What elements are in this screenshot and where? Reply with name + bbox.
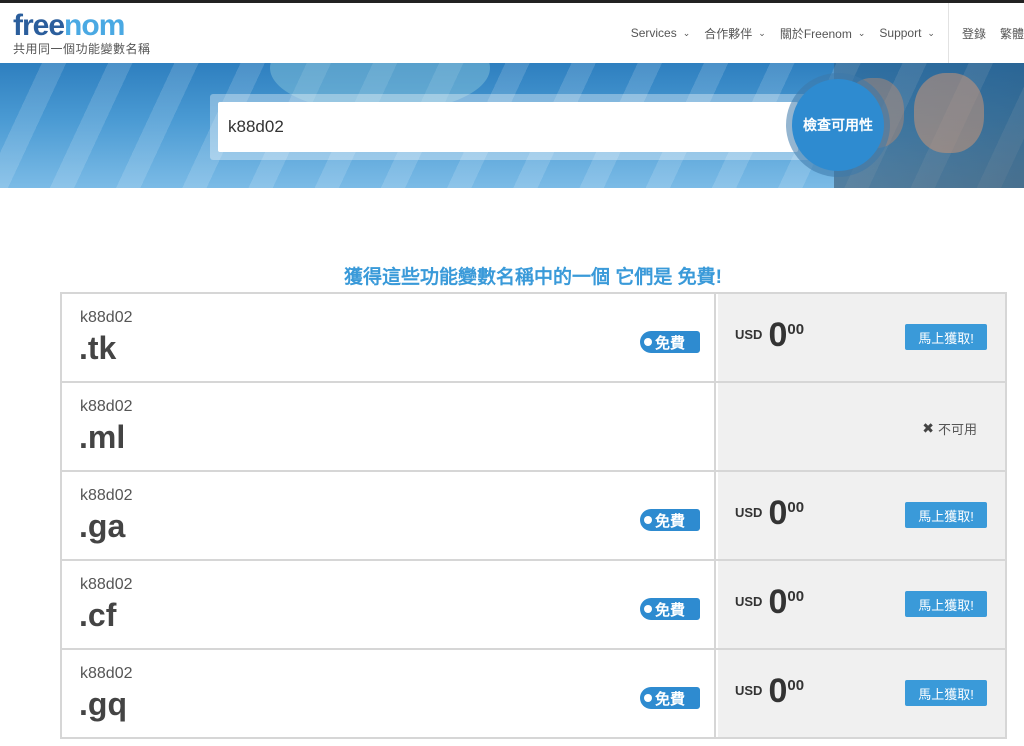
domain-cell: k88d02 .cf 免費 — [62, 561, 716, 648]
price-integer: 0 — [768, 494, 788, 532]
nav-divider — [947, 3, 949, 63]
site-header: freenom 共用同一個功能變數名稱 Services ⌄ 合作夥伴 ⌄ 關於Fr… — [0, 3, 1024, 63]
domain-name: k88d02 — [80, 398, 133, 415]
currency: USD — [735, 683, 763, 698]
free-badge: 免費 — [640, 687, 700, 709]
close-icon: ✖ — [922, 420, 934, 436]
currency: USD — [735, 505, 763, 520]
dot-icon — [644, 694, 652, 702]
price: USD 0 00 — [735, 672, 805, 710]
domain-row-cf: k88d02 .cf 免費 USD 0 00 馬上獲取! — [62, 561, 1005, 650]
price-integer: 0 — [768, 316, 788, 354]
free-badge: 免費 — [640, 598, 700, 620]
freenom-logo[interactable]: freenom 共用同一個功能變數名稱 — [13, 11, 151, 57]
price-decimal: 00 — [787, 677, 805, 694]
domain-row-ml: k88d02 .ml ✖ 不可用 — [62, 383, 1005, 472]
price: USD 0 00 — [735, 316, 805, 354]
price-integer: 0 — [768, 672, 788, 710]
domain-tld: .ga — [79, 508, 126, 544]
domain-tld: .gq — [79, 686, 127, 722]
price-cell: USD 0 00 馬上獲取! — [718, 294, 1005, 381]
domain-search-input[interactable]: k88d02 — [218, 102, 798, 152]
domain-name: k88d02 — [80, 487, 133, 504]
hero-person-face — [914, 73, 984, 153]
nav-about[interactable]: 關於Freenom ⌄ — [773, 25, 873, 42]
domain-tld: .ml — [79, 419, 126, 455]
domain-tld: .tk — [79, 330, 117, 366]
dot-icon — [644, 516, 652, 524]
chevron-down-icon: ⌄ — [857, 27, 866, 38]
domain-tld: .cf — [79, 597, 117, 633]
price-cell: USD 0 00 馬上獲取! — [718, 650, 1005, 737]
language-selector[interactable]: 繁體 — [993, 25, 1024, 42]
price-cell: USD 0 00 馬上獲取! — [718, 472, 1005, 559]
price-integer: 0 — [768, 583, 788, 621]
price-decimal: 00 — [787, 499, 805, 516]
dot-icon — [644, 605, 652, 613]
results-headline: 獲得這些功能變數名稱中的一個 它們是 免費! — [344, 267, 722, 288]
nav-partners[interactable]: 合作夥伴 ⌄ — [697, 25, 773, 42]
domain-name: k88d02 — [80, 309, 133, 326]
price-decimal: 00 — [787, 321, 805, 338]
price: USD 0 00 — [735, 583, 805, 621]
get-now-button[interactable]: 馬上獲取! — [905, 680, 987, 706]
chevron-down-icon: ⌄ — [682, 27, 691, 38]
domain-cell: k88d02 .tk 免費 — [62, 294, 716, 381]
currency: USD — [735, 594, 763, 609]
domain-cell: k88d02 .ml — [62, 383, 716, 470]
free-badge: 免費 — [640, 509, 700, 531]
chevron-down-icon: ⌄ — [758, 27, 766, 38]
check-availability-button[interactable]: 檢查可用性 — [792, 79, 884, 171]
dot-icon — [644, 338, 652, 346]
hero-banner: k88d02 檢查可用性 — [0, 63, 1024, 188]
domain-row-ga: k88d02 .ga 免費 USD 0 00 馬上獲取! — [62, 472, 1005, 561]
main-nav: Services ⌄ 合作夥伴 ⌄ 關於Freenom ⌄ Support ⌄ 登錄 繁… — [624, 3, 1024, 63]
domain-cell: k88d02 .ga 免費 — [62, 472, 716, 559]
price-decimal: 00 — [787, 588, 805, 605]
domain-name: k88d02 — [80, 665, 133, 682]
unavailable-status: ✖ 不可用 — [922, 420, 977, 437]
nav-services[interactable]: Services ⌄ — [624, 26, 698, 40]
currency: USD — [735, 327, 763, 342]
domain-row-gq: k88d02 .gq 免費 USD 0 00 馬上獲取! — [62, 650, 1005, 737]
login-link[interactable]: 登錄 — [955, 25, 993, 42]
price: USD 0 00 — [735, 494, 805, 532]
free-badge: 免費 — [640, 331, 700, 353]
domain-name: k88d02 — [80, 576, 133, 593]
nav-support[interactable]: Support ⌄ — [872, 26, 942, 40]
logo-tagline: 共用同一個功能變數名稱 — [13, 42, 151, 56]
domain-row-tk: k88d02 .tk 免費 USD 0 00 馬上獲取! — [62, 294, 1005, 383]
get-now-button[interactable]: 馬上獲取! — [905, 591, 987, 617]
chevron-down-icon: ⌄ — [927, 27, 935, 38]
get-now-button[interactable]: 馬上獲取! — [905, 324, 987, 350]
domain-results-table: k88d02 .tk 免費 USD 0 00 馬上獲取! k88d02 .ml … — [60, 292, 1007, 739]
domain-cell: k88d02 .gq 免費 — [62, 650, 716, 737]
price-cell: ✖ 不可用 — [718, 383, 1005, 470]
price-cell: USD 0 00 馬上獲取! — [718, 561, 1005, 648]
get-now-button[interactable]: 馬上獲取! — [905, 502, 987, 528]
logo-wordmark: freenom — [13, 9, 125, 42]
